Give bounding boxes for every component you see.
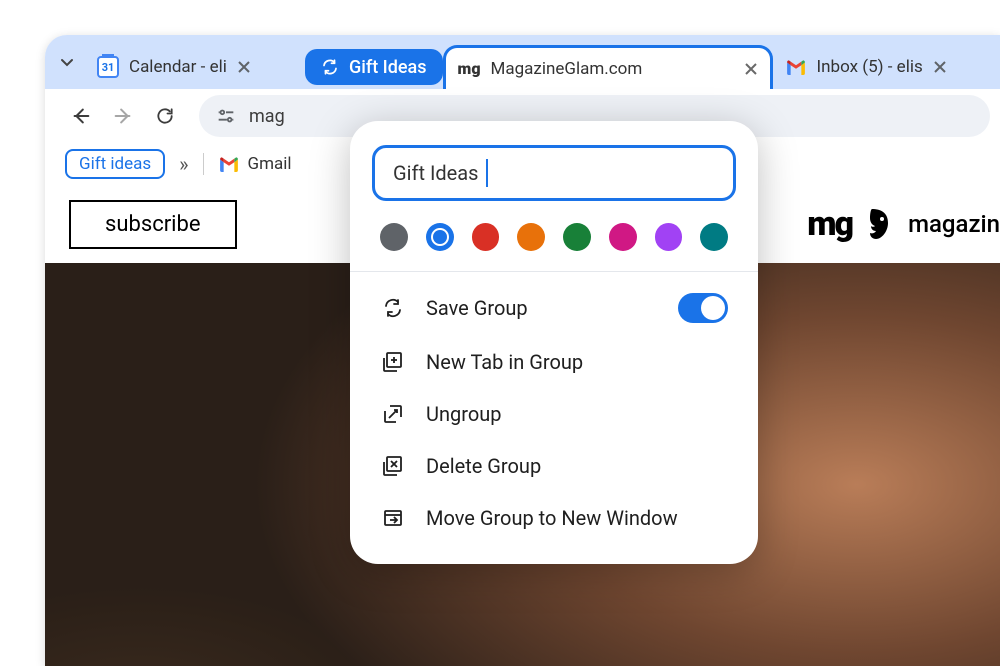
menu-delete-group[interactable]: Delete Group	[350, 440, 758, 492]
move-window-icon	[380, 505, 406, 531]
new-tab-icon	[380, 349, 406, 375]
site-settings-icon[interactable]	[215, 105, 237, 127]
browser-window: 31 Calendar - eli Gift Ideas mg Magazine…	[45, 35, 1000, 666]
menu-ungroup[interactable]: Ungroup	[350, 388, 758, 440]
color-swatch-5[interactable]	[609, 223, 637, 251]
color-swatch-2[interactable]	[472, 223, 500, 251]
divider	[350, 271, 758, 272]
menu-label: Move Group to New Window	[426, 506, 678, 530]
divider	[203, 153, 204, 175]
color-swatch-0[interactable]	[380, 223, 408, 251]
tabs-dropdown-button[interactable]	[59, 43, 75, 81]
menu-label: Ungroup	[426, 402, 502, 426]
group-name-value: Gift Ideas	[393, 161, 478, 185]
forward-button[interactable]	[105, 98, 141, 134]
menu-label: Delete Group	[426, 454, 541, 478]
color-swatches	[350, 219, 758, 271]
site-favicon: mg	[458, 59, 481, 78]
tab-title: MagazineGlam.com	[491, 59, 643, 79]
subscribe-button[interactable]: subscribe	[69, 200, 237, 249]
sync-icon	[321, 58, 339, 76]
brand-mark: mg	[807, 204, 852, 244]
tab-active[interactable]: mg MagazineGlam.com	[443, 45, 773, 89]
chevron-down-icon	[59, 54, 75, 70]
color-swatch-1[interactable]	[426, 223, 454, 251]
group-name-input[interactable]: Gift Ideas	[372, 145, 736, 201]
color-swatch-6[interactable]	[655, 223, 683, 251]
calendar-icon: 31	[97, 56, 119, 78]
reload-icon	[155, 106, 175, 126]
brand-face-icon	[866, 207, 894, 241]
color-swatch-7[interactable]	[700, 223, 728, 251]
tab-title: Inbox (5) - elis	[817, 57, 923, 77]
tab-group-menu: Gift Ideas Save Group New Tab in Group U…	[350, 121, 758, 564]
bookmark-label: Gmail	[248, 154, 292, 174]
tab-calendar[interactable]: 31 Calendar - eli	[85, 45, 305, 89]
omnibox-text: mag	[249, 106, 285, 127]
ungroup-icon	[380, 401, 406, 427]
menu-label: Save Group	[426, 296, 528, 320]
menu-move-group[interactable]: Move Group to New Window	[350, 492, 758, 544]
delete-group-icon	[380, 453, 406, 479]
text-caret	[486, 159, 488, 187]
arrow-right-icon	[112, 105, 134, 127]
save-group-toggle[interactable]	[678, 293, 728, 323]
arrow-left-icon	[70, 105, 92, 127]
brand-name: magazin	[908, 210, 1000, 238]
tab-group-chip[interactable]: Gift Ideas	[305, 49, 443, 85]
color-swatch-4[interactable]	[563, 223, 591, 251]
menu-label: New Tab in Group	[426, 350, 583, 374]
back-button[interactable]	[63, 98, 99, 134]
sync-icon	[380, 295, 406, 321]
group-label: Gift Ideas	[349, 57, 427, 78]
gmail-icon	[218, 156, 240, 172]
close-icon[interactable]	[744, 62, 758, 76]
brand: mg magazin	[807, 204, 1000, 244]
tab-inbox[interactable]: Inbox (5) - elis	[773, 45, 1000, 89]
reload-button[interactable]	[147, 98, 183, 134]
close-icon[interactable]	[237, 60, 251, 74]
menu-new-tab-in-group[interactable]: New Tab in Group	[350, 336, 758, 388]
bookmark-overflow[interactable]: »	[179, 152, 188, 176]
bookmark-gmail[interactable]: Gmail	[218, 154, 292, 174]
menu-save-group[interactable]: Save Group	[350, 280, 758, 336]
color-swatch-3[interactable]	[517, 223, 545, 251]
close-icon[interactable]	[933, 60, 947, 74]
gmail-icon	[785, 59, 807, 75]
bookmark-group-gift-ideas[interactable]: Gift ideas	[65, 149, 165, 179]
tab-title: Calendar - eli	[129, 57, 227, 77]
tab-bar: 31 Calendar - eli Gift Ideas mg Magazine…	[45, 35, 1000, 89]
